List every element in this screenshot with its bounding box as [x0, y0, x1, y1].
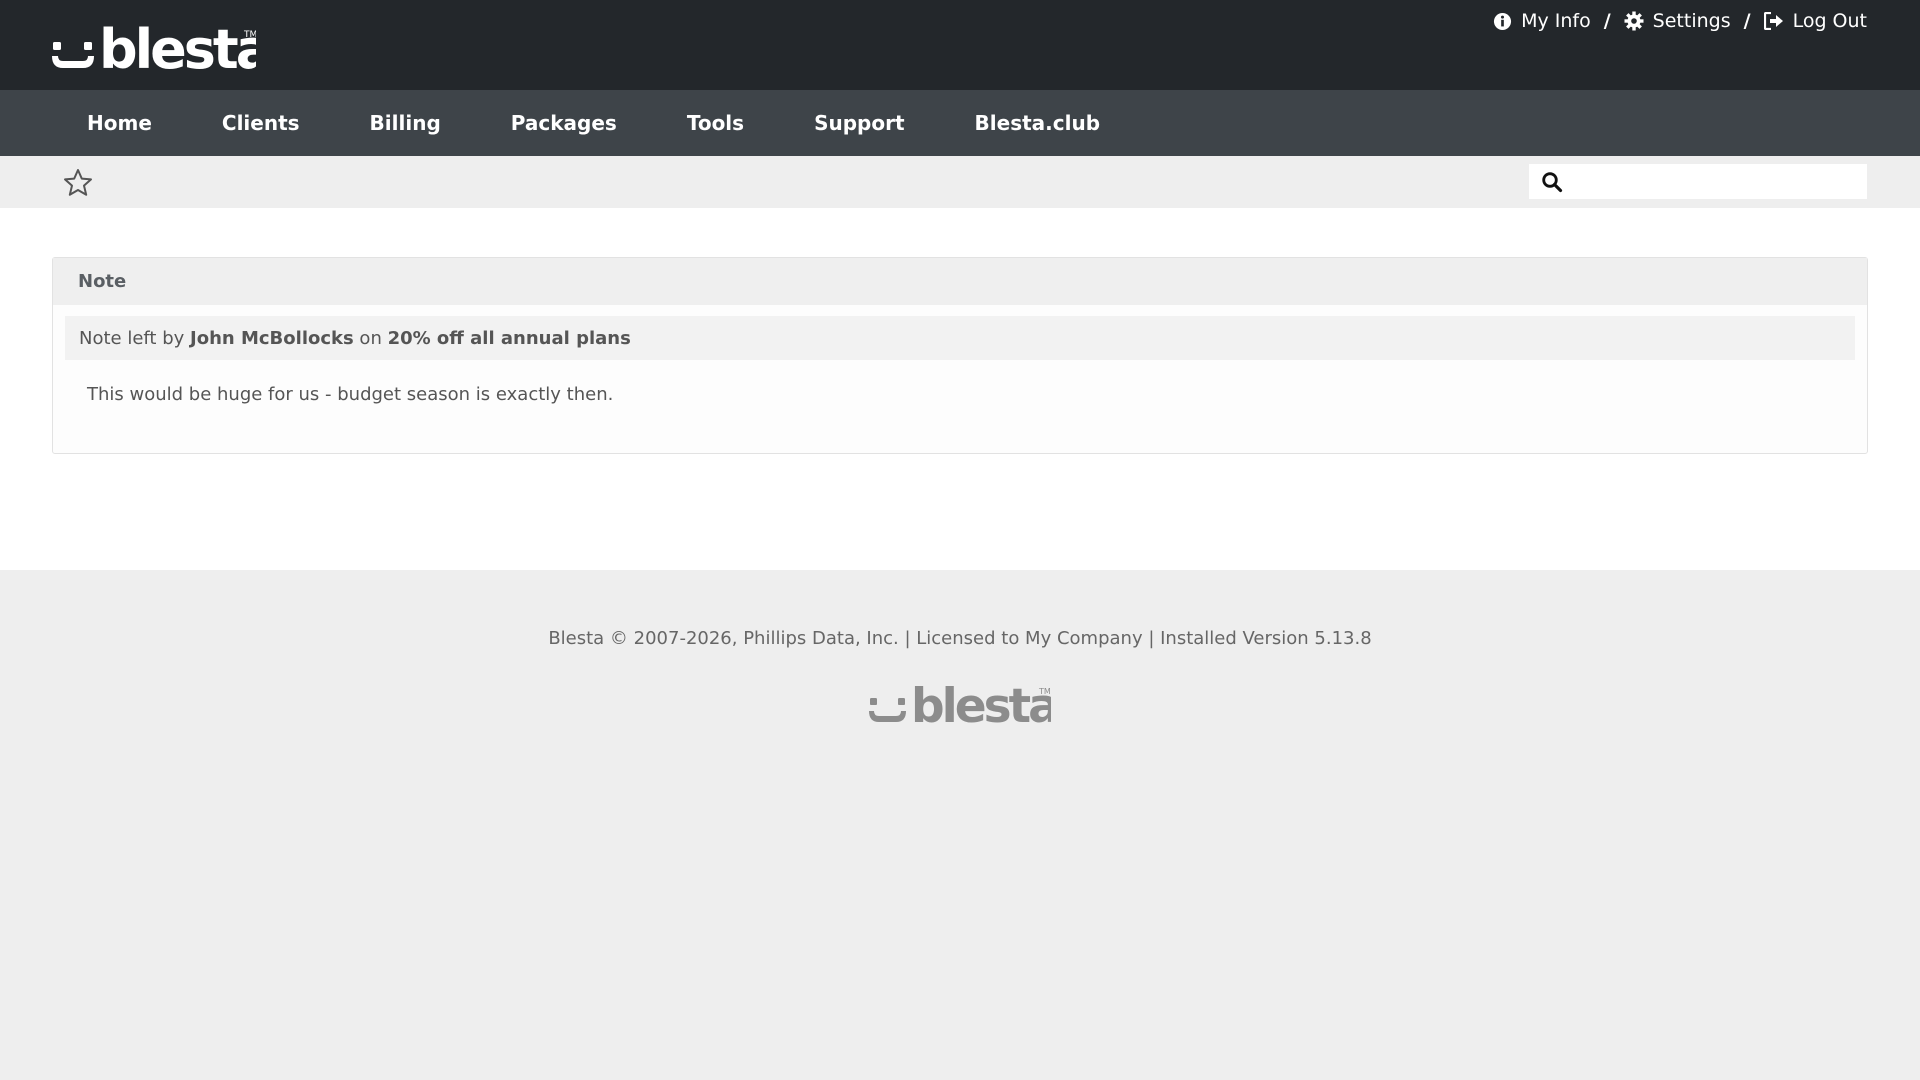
- blesta-logo-mark: blesta TM: [52, 20, 256, 76]
- svg-text:TM: TM: [1038, 687, 1051, 696]
- nav-home[interactable]: Home: [52, 111, 187, 135]
- log-out-label: Log Out: [1792, 10, 1867, 32]
- note-panel-title: Note: [53, 258, 1867, 305]
- search-icon: [1542, 171, 1563, 192]
- blesta-logo[interactable]: blesta TM: [51, 18, 256, 76]
- svg-text:blesta: blesta: [911, 680, 1051, 728]
- svg-text:blesta: blesta: [99, 20, 256, 76]
- footer-text: Blesta © 2007-2026, Phillips Data, Inc. …: [548, 628, 1372, 649]
- log-out-link[interactable]: Log Out: [1763, 10, 1867, 32]
- info-circle-icon: [1494, 12, 1512, 30]
- svg-text:TM: TM: [243, 30, 256, 40]
- note-meta-on: on: [353, 327, 388, 349]
- user-links: My Info / Settings / Log Out: [1493, 10, 1867, 32]
- star-outline-icon[interactable]: [63, 168, 93, 197]
- footer-logo-mark: blesta TM: [869, 679, 1060, 734]
- footer-blesta-logo: blesta TM: [869, 679, 1060, 734]
- gear-icon: [1624, 11, 1644, 31]
- settings-link[interactable]: Settings: [1624, 10, 1731, 32]
- note-panel: Note Note left by John McBollocks on 20%…: [52, 257, 1868, 454]
- search-input[interactable]: [1563, 164, 1867, 199]
- separator: /: [1743, 10, 1751, 32]
- nav-billing[interactable]: Billing: [335, 111, 476, 135]
- nav-clients[interactable]: Clients: [187, 111, 335, 135]
- nav-packages[interactable]: Packages: [476, 111, 652, 135]
- nav-tools[interactable]: Tools: [652, 111, 779, 135]
- note-meta: Note left by John McBollocks on 20% off …: [65, 316, 1855, 360]
- separator: /: [1603, 10, 1611, 32]
- note-subject: 20% off all annual plans: [387, 327, 631, 349]
- my-info-label: My Info: [1521, 10, 1591, 32]
- note-author: John McBollocks: [190, 327, 354, 349]
- my-info-link[interactable]: My Info: [1493, 10, 1591, 32]
- note-body: This would be huge for us - budget seaso…: [87, 384, 614, 405]
- nav-blesta-club[interactable]: Blesta.club: [940, 111, 1136, 135]
- main-nav: Home Clients Billing Packages Tools Supp…: [0, 90, 1920, 156]
- main-content: Note Note left by John McBollocks on 20%…: [0, 208, 1920, 570]
- note-meta-prefix: Note left by: [79, 327, 191, 349]
- search-box: [1529, 164, 1867, 199]
- top-header: blesta TM My Info / Settings / Log Out: [0, 0, 1920, 90]
- nav-support[interactable]: Support: [779, 111, 939, 135]
- settings-label: Settings: [1652, 10, 1731, 32]
- sign-out-icon: [1763, 12, 1783, 30]
